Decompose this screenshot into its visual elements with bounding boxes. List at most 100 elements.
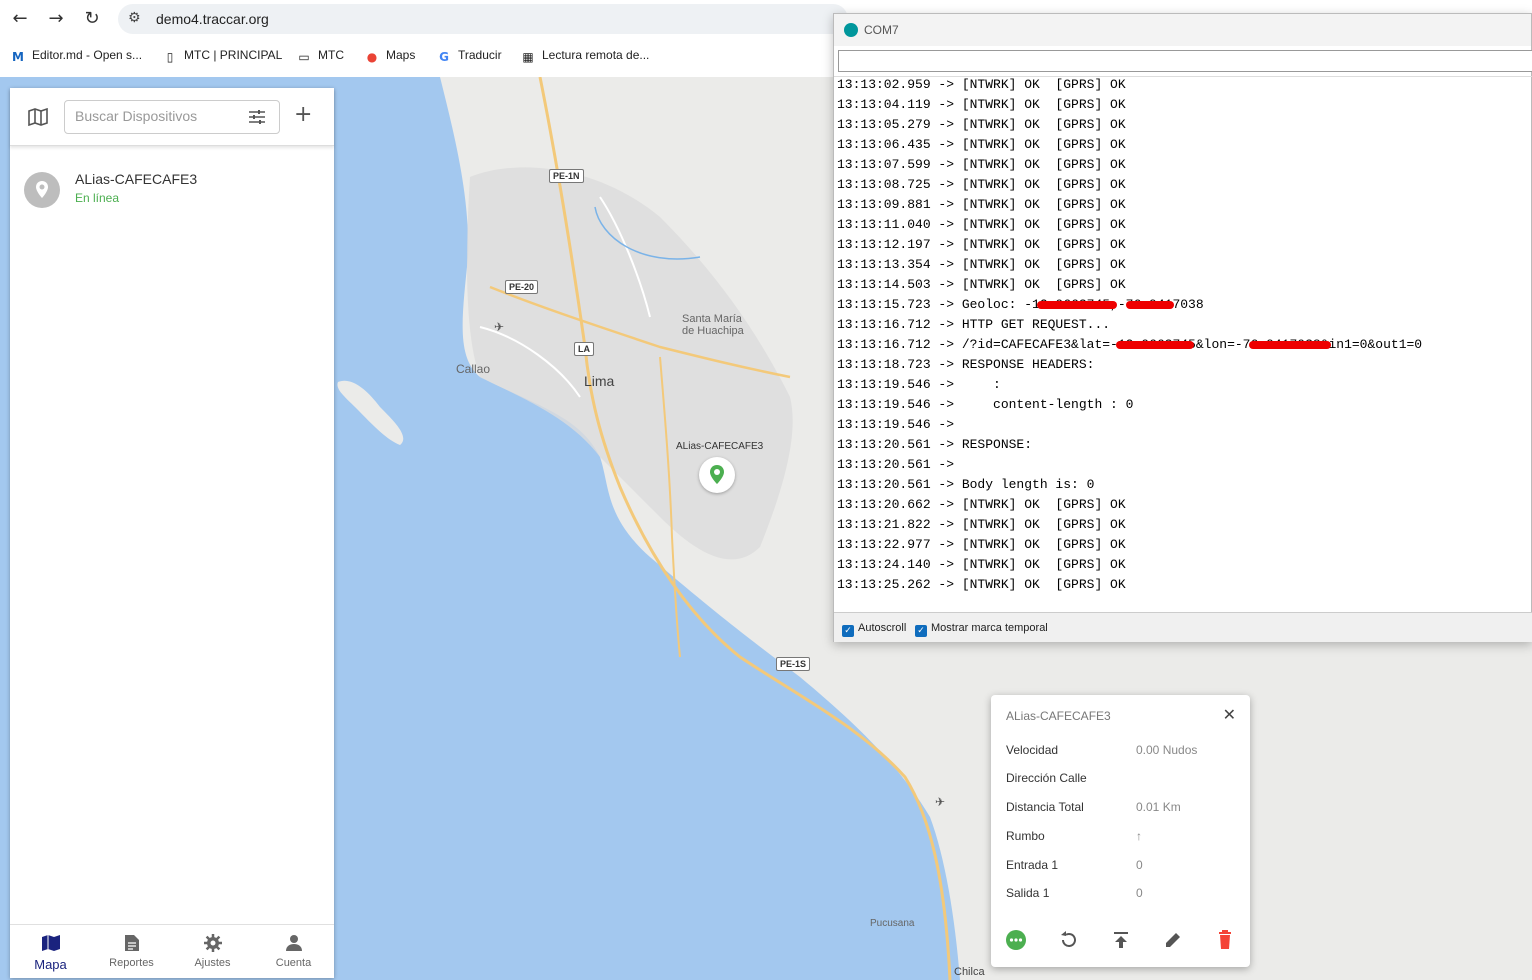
property-value: 0 xyxy=(1136,886,1143,900)
property-key: Salida 1 xyxy=(1006,886,1050,900)
serial-output[interactable]: 13:13:02.959 -> [NTWRK] OK [GPRS] OK 13:1… xyxy=(834,76,1532,612)
map-label-chilca: Chilca xyxy=(954,966,985,978)
property-key: Velocidad xyxy=(1006,743,1059,757)
markdown-icon: M xyxy=(12,50,24,64)
devices-panel: + ALias-CAFECAFE3 En línea Mapa Reportes xyxy=(10,88,334,978)
serial-line: 13:13:21.822 -> [NTWRK] OK [GPRS] OK xyxy=(837,517,1126,532)
bookmark-mtc-principal[interactable]: ▯ MTC | PRINCIPAL xyxy=(162,48,283,64)
serial-line: 13:13:07.599 -> [NTWRK] OK [GPRS] OK xyxy=(837,157,1126,172)
window-titlebar[interactable]: COM7 xyxy=(834,14,1531,46)
serial-line: 13:13:16.712 -> HTTP GET REQUEST... xyxy=(837,317,1111,332)
property-value: 0.00 Nudos xyxy=(1136,743,1198,757)
nav-label: Mapa xyxy=(34,957,67,972)
road-shield-pe1s: PE-1S xyxy=(776,657,811,671)
map-label-callao: Callao xyxy=(456,362,491,376)
serial-line: 13:13:18.723 -> RESPONSE HEADERS: xyxy=(837,357,1095,372)
nav-label: Cuenta xyxy=(275,957,312,969)
bookmark-lectura-remota[interactable]: ▦ Lectura remota de... xyxy=(520,48,649,64)
redaction-mark xyxy=(1037,301,1117,309)
nav-item-mapa[interactable]: Mapa xyxy=(10,925,91,979)
serial-line: 13:13:25.262 -> [NTWRK] OK [GPRS] OK xyxy=(837,577,1126,592)
add-device-button[interactable]: + xyxy=(294,104,312,126)
gear-icon xyxy=(203,934,222,952)
road-shield-pe20: PE-20 xyxy=(505,280,539,294)
property-value: 0.01 Km xyxy=(1136,800,1181,814)
page-icon: ▯ xyxy=(166,50,174,64)
search-input[interactable] xyxy=(75,108,235,124)
serial-line: 13:13:14.503 -> [NTWRK] OK [GPRS] OK xyxy=(837,277,1126,292)
more-icon[interactable] xyxy=(1005,929,1027,951)
bottom-navigation: Mapa Reportes Ajustes Cuenta xyxy=(10,924,334,978)
road-shield-pe1n: PE-1N xyxy=(549,169,584,183)
nav-item-ajustes[interactable]: Ajustes xyxy=(172,925,253,979)
close-icon[interactable]: ✕ xyxy=(1223,705,1236,724)
edit-icon[interactable] xyxy=(1162,929,1184,951)
bookmark-traducir[interactable]: G Traducir xyxy=(436,48,502,64)
autoscroll-checkbox[interactable]: ✓ Autoscroll xyxy=(842,622,906,637)
serial-monitor-window: COM7 13:13:02.959 -> [NTWRK] OK [GPRS] O… xyxy=(833,13,1532,642)
checkmark-icon: ✓ xyxy=(915,625,927,637)
serial-line: 13:13:20.561 -> Body length is: 0 xyxy=(837,477,1095,492)
device-status: En línea xyxy=(75,191,120,205)
serial-line: 13:13:19.546 -> xyxy=(837,417,955,432)
property-key: Dirección Calle xyxy=(1006,771,1087,785)
bookmark-mtc[interactable]: ▭ MTC xyxy=(296,48,344,64)
replay-icon[interactable] xyxy=(1058,929,1080,951)
forward-arrow-icon[interactable]: → xyxy=(44,8,68,30)
map-label-santa-maria: Santa María xyxy=(682,313,742,325)
url-text[interactable]: demo4.traccar.org xyxy=(156,11,269,27)
serial-line: 13:13:22.977 -> [NTWRK] OK [GPRS] OK xyxy=(837,537,1126,552)
bookmark-maps[interactable]: ● Maps xyxy=(364,48,416,64)
serial-line: 13:13:11.040 -> [NTWRK] OK [GPRS] OK xyxy=(837,217,1126,232)
map-label-de-huachipa: de Huachipa xyxy=(682,325,744,337)
popup-title: ALias-CAFECAFE3 xyxy=(1006,709,1111,723)
device-marker[interactable] xyxy=(699,457,735,493)
redaction-mark xyxy=(1249,341,1331,349)
map-toggle-icon[interactable] xyxy=(28,108,48,126)
search-box[interactable] xyxy=(64,100,280,134)
property-key: Distancia Total xyxy=(1006,800,1084,814)
serial-line: 13:13:20.662 -> [NTWRK] OK [GPRS] OK xyxy=(837,497,1126,512)
serial-line: 13:13:06.435 -> [NTWRK] OK [GPRS] OK xyxy=(837,137,1126,152)
nav-item-reportes[interactable]: Reportes xyxy=(91,925,172,979)
nav-item-cuenta[interactable]: Cuenta xyxy=(253,925,334,979)
reload-icon[interactable]: ↻ xyxy=(80,8,104,30)
serial-send-input[interactable] xyxy=(838,50,1532,72)
marker-label: ALias-CAFECAFE3 xyxy=(676,441,764,452)
avatar xyxy=(24,172,60,208)
property-value: ↑ xyxy=(1136,829,1142,843)
airport-icon-south: ✈ xyxy=(935,795,946,809)
back-arrow-icon[interactable]: ← xyxy=(8,8,32,30)
timestamp-checkbox[interactable]: ✓ Mostrar marca temporal xyxy=(915,622,1048,637)
serial-footer: ✓ Autoscroll ✓ Mostrar marca temporal xyxy=(834,612,1532,642)
airport-icon: ✈ xyxy=(494,320,505,334)
address-bar[interactable]: ⚙ demo4.traccar.org xyxy=(118,4,848,34)
nav-label: Reportes xyxy=(109,957,154,969)
map-label-lima: Lima xyxy=(584,373,615,389)
filter-icon[interactable] xyxy=(249,110,265,124)
device-name: ALias-CAFECAFE3 xyxy=(75,171,198,187)
window-title: COM7 xyxy=(864,23,899,37)
property-key: Entrada 1 xyxy=(1006,858,1059,872)
nav-label: Ajustes xyxy=(194,957,231,969)
bookmark-editor-md[interactable]: M Editor.md - Open s... xyxy=(10,48,142,64)
serial-line: 13:13:20.561 -> RESPONSE: xyxy=(837,437,1033,452)
panel-toolbar: + xyxy=(10,88,334,146)
serial-line: 13:13:13.354 -> [NTWRK] OK [GPRS] OK xyxy=(837,257,1126,272)
serial-line: 13:13:19.546 -> content-length : 0 xyxy=(837,397,1134,412)
serial-line: 13:13:04.119 -> [NTWRK] OK [GPRS] OK xyxy=(837,97,1126,112)
folder-icon: ▭ xyxy=(298,50,310,64)
device-list-item[interactable]: ALias-CAFECAFE3 En línea xyxy=(10,166,334,214)
redaction-mark xyxy=(1126,301,1174,309)
redaction-mark xyxy=(1116,341,1194,349)
upload-command-icon[interactable] xyxy=(1110,929,1132,951)
page-icon: ▦ xyxy=(522,50,534,64)
property-value: 0 xyxy=(1136,858,1143,872)
serial-line: 13:13:09.881 -> [NTWRK] OK [GPRS] OK xyxy=(837,197,1126,212)
site-settings-icon[interactable]: ⚙ xyxy=(128,10,141,26)
popup-actions xyxy=(991,929,1250,955)
serial-line: 13:13:20.561 -> xyxy=(837,457,955,472)
delete-icon[interactable] xyxy=(1214,929,1236,951)
map-label-pucusana: Pucusana xyxy=(870,918,915,929)
translate-icon: G xyxy=(439,50,449,64)
